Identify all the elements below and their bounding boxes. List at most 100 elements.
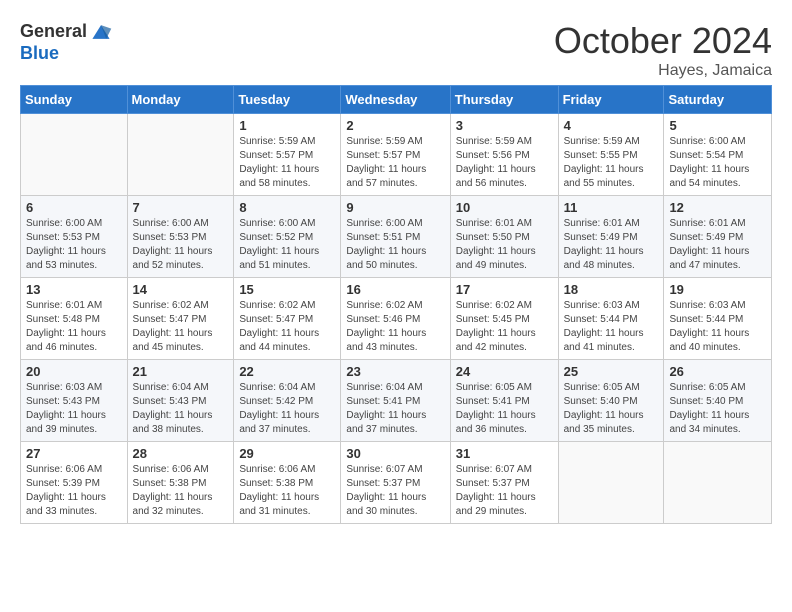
day-info: Sunrise: 6:07 AM Sunset: 5:37 PM Dayligh… [346, 463, 444, 519]
calendar-day-cell: 18Sunrise: 6:03 AM Sunset: 5:44 PM Dayli… [558, 278, 664, 360]
day-info: Sunrise: 6:03 AM Sunset: 5:44 PM Dayligh… [669, 299, 766, 355]
day-number: 10 [456, 200, 553, 215]
day-info: Sunrise: 6:01 AM Sunset: 5:49 PM Dayligh… [564, 217, 659, 273]
calendar-day-cell: 27Sunrise: 6:06 AM Sunset: 5:39 PM Dayli… [21, 442, 128, 524]
day-number: 18 [564, 282, 659, 297]
day-info: Sunrise: 5:59 AM Sunset: 5:55 PM Dayligh… [564, 135, 659, 191]
day-info: Sunrise: 6:04 AM Sunset: 5:43 PM Dayligh… [133, 381, 229, 437]
month-title: October 2024 [554, 20, 772, 62]
day-number: 8 [239, 200, 335, 215]
day-info: Sunrise: 6:02 AM Sunset: 5:47 PM Dayligh… [133, 299, 229, 355]
day-number: 16 [346, 282, 444, 297]
calendar-table: SundayMondayTuesdayWednesdayThursdayFrid… [20, 85, 772, 524]
calendar-wrapper: SundayMondayTuesdayWednesdayThursdayFrid… [10, 85, 782, 534]
day-number: 3 [456, 118, 553, 133]
day-number: 17 [456, 282, 553, 297]
calendar-day-cell [558, 442, 664, 524]
day-number: 22 [239, 364, 335, 379]
day-header-saturday: Saturday [664, 86, 772, 114]
calendar-week-row: 20 Sunrise: 6:03 AM Sunset: 5:43 PM Dayli… [21, 360, 772, 442]
day-info: Sunrise: 6:01 AM Sunset: 5:50 PM Dayligh… [456, 217, 553, 273]
day-info: Sunrise: 6:00 AM Sunset: 5:53 PM Dayligh… [133, 217, 229, 273]
calendar-header-row: SundayMondayTuesdayWednesdayThursdayFrid… [21, 86, 772, 114]
calendar-day-cell: 19Sunrise: 6:03 AM Sunset: 5:44 PM Dayli… [664, 278, 772, 360]
day-info: Sunrise: 6:06 AM Sunset: 5:38 PM Dayligh… [239, 463, 335, 519]
day-info: Sunrise: 6:02 AM Sunset: 5:46 PM Dayligh… [346, 299, 444, 355]
day-info: Sunrise: 6:00 AM Sunset: 5:52 PM Dayligh… [239, 217, 335, 273]
day-info: Sunrise: 6:04 AM Sunset: 5:41 PM Dayligh… [346, 381, 444, 437]
day-info: Sunrise: 5:59 AM Sunset: 5:57 PM Dayligh… [239, 135, 335, 191]
day-info: Sunrise: 6:01 AM Sunset: 5:48 PM Dayligh… [26, 299, 122, 355]
calendar-day-cell: 3 Sunrise: 5:59 AM Sunset: 5:56 PM Daylig… [450, 114, 558, 196]
logo-icon [89, 20, 113, 44]
day-header-friday: Friday [558, 86, 664, 114]
calendar-week-row: 6 Sunrise: 6:00 AM Sunset: 5:53 PM Daylig… [21, 196, 772, 278]
month-title-area: October 2024 Hayes, Jamaica [554, 20, 772, 80]
day-info: Sunrise: 6:00 AM Sunset: 5:54 PM Dayligh… [669, 135, 766, 191]
day-header-monday: Monday [127, 86, 234, 114]
day-number: 11 [564, 200, 659, 215]
calendar-day-cell [127, 114, 234, 196]
day-info: Sunrise: 6:05 AM Sunset: 5:40 PM Dayligh… [669, 381, 766, 437]
day-number: 27 [26, 446, 122, 461]
calendar-day-cell: 26 Sunrise: 6:05 AM Sunset: 5:40 PM Dayli… [664, 360, 772, 442]
location-title: Hayes, Jamaica [554, 62, 772, 80]
calendar-day-cell: 15Sunrise: 6:02 AM Sunset: 5:47 PM Dayli… [234, 278, 341, 360]
day-number: 29 [239, 446, 335, 461]
day-info: Sunrise: 6:05 AM Sunset: 5:41 PM Dayligh… [456, 381, 553, 437]
day-header-tuesday: Tuesday [234, 86, 341, 114]
calendar-day-cell: 9Sunrise: 6:00 AM Sunset: 5:51 PM Daylig… [341, 196, 450, 278]
day-number: 14 [133, 282, 229, 297]
day-info: Sunrise: 6:02 AM Sunset: 5:45 PM Dayligh… [456, 299, 553, 355]
day-number: 24 [456, 364, 553, 379]
calendar-day-cell [664, 442, 772, 524]
calendar-day-cell: 7 Sunrise: 6:00 AM Sunset: 5:53 PM Daylig… [127, 196, 234, 278]
calendar-day-cell: 17 Sunrise: 6:02 AM Sunset: 5:45 PM Dayli… [450, 278, 558, 360]
page-header: General Blue October 2024 Hayes, Jamaica [10, 10, 782, 85]
calendar-day-cell: 11 Sunrise: 6:01 AM Sunset: 5:49 PM Dayli… [558, 196, 664, 278]
day-number: 7 [133, 200, 229, 215]
day-info: Sunrise: 6:04 AM Sunset: 5:42 PM Dayligh… [239, 381, 335, 437]
day-number: 6 [26, 200, 122, 215]
day-number: 25 [564, 364, 659, 379]
calendar-day-cell: 29 Sunrise: 6:06 AM Sunset: 5:38 PM Dayli… [234, 442, 341, 524]
calendar-day-cell: 24 Sunrise: 6:05 AM Sunset: 5:41 PM Dayli… [450, 360, 558, 442]
day-info: Sunrise: 6:03 AM Sunset: 5:43 PM Dayligh… [26, 381, 122, 437]
day-header-thursday: Thursday [450, 86, 558, 114]
day-info: Sunrise: 6:00 AM Sunset: 5:53 PM Dayligh… [26, 217, 122, 273]
day-number: 9 [346, 200, 444, 215]
calendar-day-cell: 2 Sunrise: 5:59 AM Sunset: 5:57 PM Daylig… [341, 114, 450, 196]
logo-blue-text: Blue [20, 43, 59, 63]
day-info: Sunrise: 5:59 AM Sunset: 5:57 PM Dayligh… [346, 135, 444, 191]
day-header-sunday: Sunday [21, 86, 128, 114]
calendar-week-row: 27Sunrise: 6:06 AM Sunset: 5:39 PM Dayli… [21, 442, 772, 524]
calendar-day-cell: 28 Sunrise: 6:06 AM Sunset: 5:38 PM Dayli… [127, 442, 234, 524]
calendar-day-cell: 13 Sunrise: 6:01 AM Sunset: 5:48 PM Dayli… [21, 278, 128, 360]
day-number: 30 [346, 446, 444, 461]
logo: General Blue [20, 20, 113, 64]
day-number: 26 [669, 364, 766, 379]
calendar-day-cell: 12Sunrise: 6:01 AM Sunset: 5:49 PM Dayli… [664, 196, 772, 278]
day-info: Sunrise: 5:59 AM Sunset: 5:56 PM Dayligh… [456, 135, 553, 191]
day-info: Sunrise: 6:06 AM Sunset: 5:38 PM Dayligh… [133, 463, 229, 519]
day-number: 23 [346, 364, 444, 379]
calendar-day-cell: 23 Sunrise: 6:04 AM Sunset: 5:41 PM Dayli… [341, 360, 450, 442]
day-number: 21 [133, 364, 229, 379]
logo-general-text: General [20, 22, 87, 42]
day-number: 2 [346, 118, 444, 133]
calendar-day-cell: 31 Sunrise: 6:07 AM Sunset: 5:37 PM Dayli… [450, 442, 558, 524]
calendar-week-row: 1 Sunrise: 5:59 AM Sunset: 5:57 PM Daylig… [21, 114, 772, 196]
day-number: 1 [239, 118, 335, 133]
day-number: 12 [669, 200, 766, 215]
day-number: 13 [26, 282, 122, 297]
day-info: Sunrise: 6:05 AM Sunset: 5:40 PM Dayligh… [564, 381, 659, 437]
day-number: 28 [133, 446, 229, 461]
day-number: 4 [564, 118, 659, 133]
calendar-day-cell: 8 Sunrise: 6:00 AM Sunset: 5:52 PM Daylig… [234, 196, 341, 278]
day-header-wednesday: Wednesday [341, 86, 450, 114]
day-number: 31 [456, 446, 553, 461]
day-number: 20 [26, 364, 122, 379]
calendar-day-cell [21, 114, 128, 196]
calendar-day-cell: 16 Sunrise: 6:02 AM Sunset: 5:46 PM Dayli… [341, 278, 450, 360]
day-info: Sunrise: 6:07 AM Sunset: 5:37 PM Dayligh… [456, 463, 553, 519]
